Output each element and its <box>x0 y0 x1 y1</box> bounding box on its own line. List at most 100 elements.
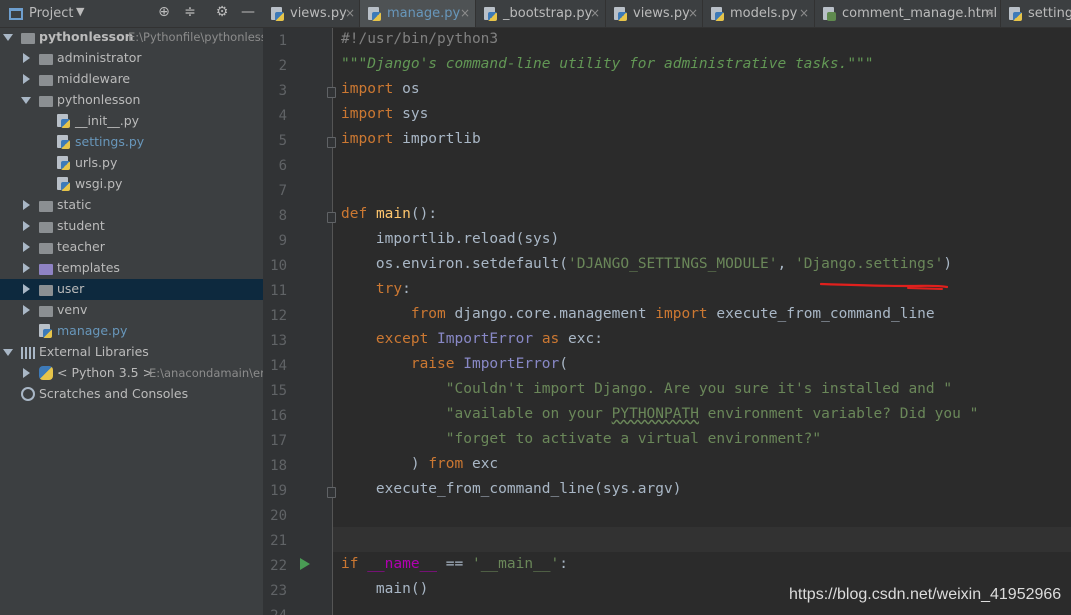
code-line[interactable]: os.environ.setdefault('DJANGO_SETTINGS_M… <box>341 256 952 272</box>
close-icon[interactable]: × <box>688 6 698 20</box>
chevron-right-icon[interactable] <box>23 74 30 84</box>
code-line[interactable]: importlib.reload(sys) <box>341 231 559 247</box>
code-line[interactable]: def main(): <box>341 206 437 222</box>
chevron-right-icon[interactable] <box>23 368 30 378</box>
code-line[interactable]: import os <box>341 81 420 97</box>
line-number: 15 <box>270 383 287 399</box>
line-number: 18 <box>270 458 287 474</box>
code-line[interactable]: "Couldn't import Django. Are you sure it… <box>341 381 952 397</box>
tab-bootstrap-py[interactable]: _bootstrap.py × <box>476 0 606 27</box>
project-view-title[interactable]: Project <box>29 6 73 21</box>
fold-marker-icon[interactable] <box>327 212 336 223</box>
folder-icon <box>39 243 53 254</box>
tab-manage-py[interactable]: manage.py × <box>360 0 476 27</box>
chevron-right-icon[interactable] <box>23 53 30 63</box>
code-line[interactable]: "forget to activate a virtual environmen… <box>341 431 821 447</box>
tree-item-teacher[interactable]: teacher <box>0 237 263 258</box>
chevron-down-icon[interactable] <box>21 97 31 104</box>
line-number: 10 <box>270 258 287 274</box>
tab-views-py-2[interactable]: views.py × <box>606 0 703 27</box>
chevron-right-icon[interactable] <box>23 242 30 252</box>
tree-item-scratches[interactable]: Scratches and Consoles <box>0 384 263 405</box>
sdk-path: E:\anacondamain\en <box>149 366 263 380</box>
locate-icon[interactable]: ⊕ <box>155 4 173 20</box>
line-number: 2 <box>278 58 287 74</box>
tab-comment-manage-html[interactable]: comment_manage.html × <box>815 0 1001 27</box>
tree-item-user[interactable]: user <box>0 279 263 300</box>
code-line[interactable]: import sys <box>341 106 428 122</box>
line-number: 11 <box>270 283 287 299</box>
tab-settings[interactable]: settings <box>1001 0 1071 27</box>
fold-marker-icon[interactable] <box>327 87 336 98</box>
line-number: 16 <box>270 408 287 424</box>
fold-marker-icon[interactable] <box>327 137 336 148</box>
chevron-right-icon[interactable] <box>23 305 30 315</box>
tree-item-python-sdk[interactable]: < Python 3.5 > E:\anacondamain\en <box>0 363 263 384</box>
chevron-down-icon[interactable]: ▼ <box>76 5 84 18</box>
line-number: 13 <box>270 333 287 349</box>
close-icon[interactable]: × <box>985 6 995 20</box>
run-icon[interactable] <box>300 558 310 570</box>
chevron-down-icon[interactable] <box>3 34 13 41</box>
tree-item-label: venv <box>57 302 88 317</box>
chevron-right-icon[interactable] <box>23 200 30 210</box>
tree-item-pythonlesson-package[interactable]: pythonlesson <box>0 90 263 111</box>
tree-item-urls-py[interactable]: urls.py <box>0 153 263 174</box>
code-line[interactable]: "available on your PYTHONPATH environmen… <box>341 406 979 422</box>
tree-item-label: < Python 3.5 > <box>57 365 154 380</box>
code-line[interactable]: import importlib <box>341 131 481 147</box>
code-line[interactable]: """Django's command-line utility for adm… <box>341 56 874 72</box>
tree-item-administrator[interactable]: administrator <box>0 48 263 69</box>
close-icon[interactable]: × <box>345 6 355 20</box>
tab-views-py-1[interactable]: views.py × <box>263 0 360 27</box>
code-line[interactable]: from django.core.management import execu… <box>341 306 935 322</box>
tree-item-settings-py[interactable]: settings.py <box>0 132 263 153</box>
code-line[interactable]: ) from exc <box>341 456 498 472</box>
tree-item-external-libraries[interactable]: External Libraries <box>0 342 263 363</box>
tree-item-static[interactable]: static <box>0 195 263 216</box>
python-file-icon <box>57 177 71 191</box>
code-line[interactable]: #!/usr/bin/python3 <box>341 31 498 47</box>
collapse-all-icon[interactable]: ≑ <box>181 4 199 20</box>
line-number: 7 <box>278 183 287 199</box>
code-line[interactable]: except ImportError as exc: <box>341 331 603 347</box>
tree-item-templates[interactable]: templates <box>0 258 263 279</box>
tree-item-label: teacher <box>57 239 105 254</box>
red-annotation-underline <box>820 282 948 290</box>
tab-models-py[interactable]: models.py × <box>703 0 815 27</box>
code-line[interactable]: if __name__ == '__main__': <box>341 556 568 572</box>
tree-item-manage-py[interactable]: manage.py <box>0 321 263 342</box>
tree-item-venv[interactable]: venv <box>0 300 263 321</box>
scratches-icon <box>21 387 35 401</box>
hide-icon[interactable]: — <box>239 4 257 20</box>
tree-item-label: templates <box>57 260 120 275</box>
code-line[interactable]: raise ImportError( <box>341 356 568 372</box>
code-line[interactable]: execute_from_command_line(sys.argv) <box>341 481 682 497</box>
tab-label: models.py <box>730 6 798 21</box>
tree-item-label: student <box>57 218 105 233</box>
editor-tab-bar: views.py × manage.py × _bootstrap.py × v… <box>263 0 1071 28</box>
python-file-icon <box>614 7 628 21</box>
line-number: 19 <box>270 483 287 499</box>
tree-item-middleware[interactable]: middleware <box>0 69 263 90</box>
fold-marker-icon[interactable] <box>327 487 336 498</box>
close-icon[interactable]: × <box>799 6 809 20</box>
folder-icon <box>39 201 53 212</box>
line-number: 24 <box>263 608 287 615</box>
tree-item-wsgi-py[interactable]: wsgi.py <box>0 174 263 195</box>
tab-label: manage.py <box>387 6 461 21</box>
project-path: E:\Pythonfile\pythonless <box>128 30 263 44</box>
tree-item-pythonlesson-root[interactable]: pythonlesson E:\Pythonfile\pythonless <box>0 27 263 48</box>
close-icon[interactable]: × <box>460 6 470 20</box>
tree-item-student[interactable]: student <box>0 216 263 237</box>
folder-icon <box>39 54 53 65</box>
code-line[interactable]: main() <box>341 581 428 597</box>
close-icon[interactable]: × <box>590 6 600 20</box>
chevron-right-icon[interactable] <box>23 263 30 273</box>
chevron-right-icon[interactable] <box>23 284 30 294</box>
gear-icon[interactable]: ⚙ <box>213 4 231 20</box>
tree-item-init-py[interactable]: __init__.py <box>0 111 263 132</box>
chevron-down-icon[interactable] <box>3 349 13 356</box>
code-line[interactable]: try: <box>341 281 411 297</box>
chevron-right-icon[interactable] <box>23 221 30 231</box>
